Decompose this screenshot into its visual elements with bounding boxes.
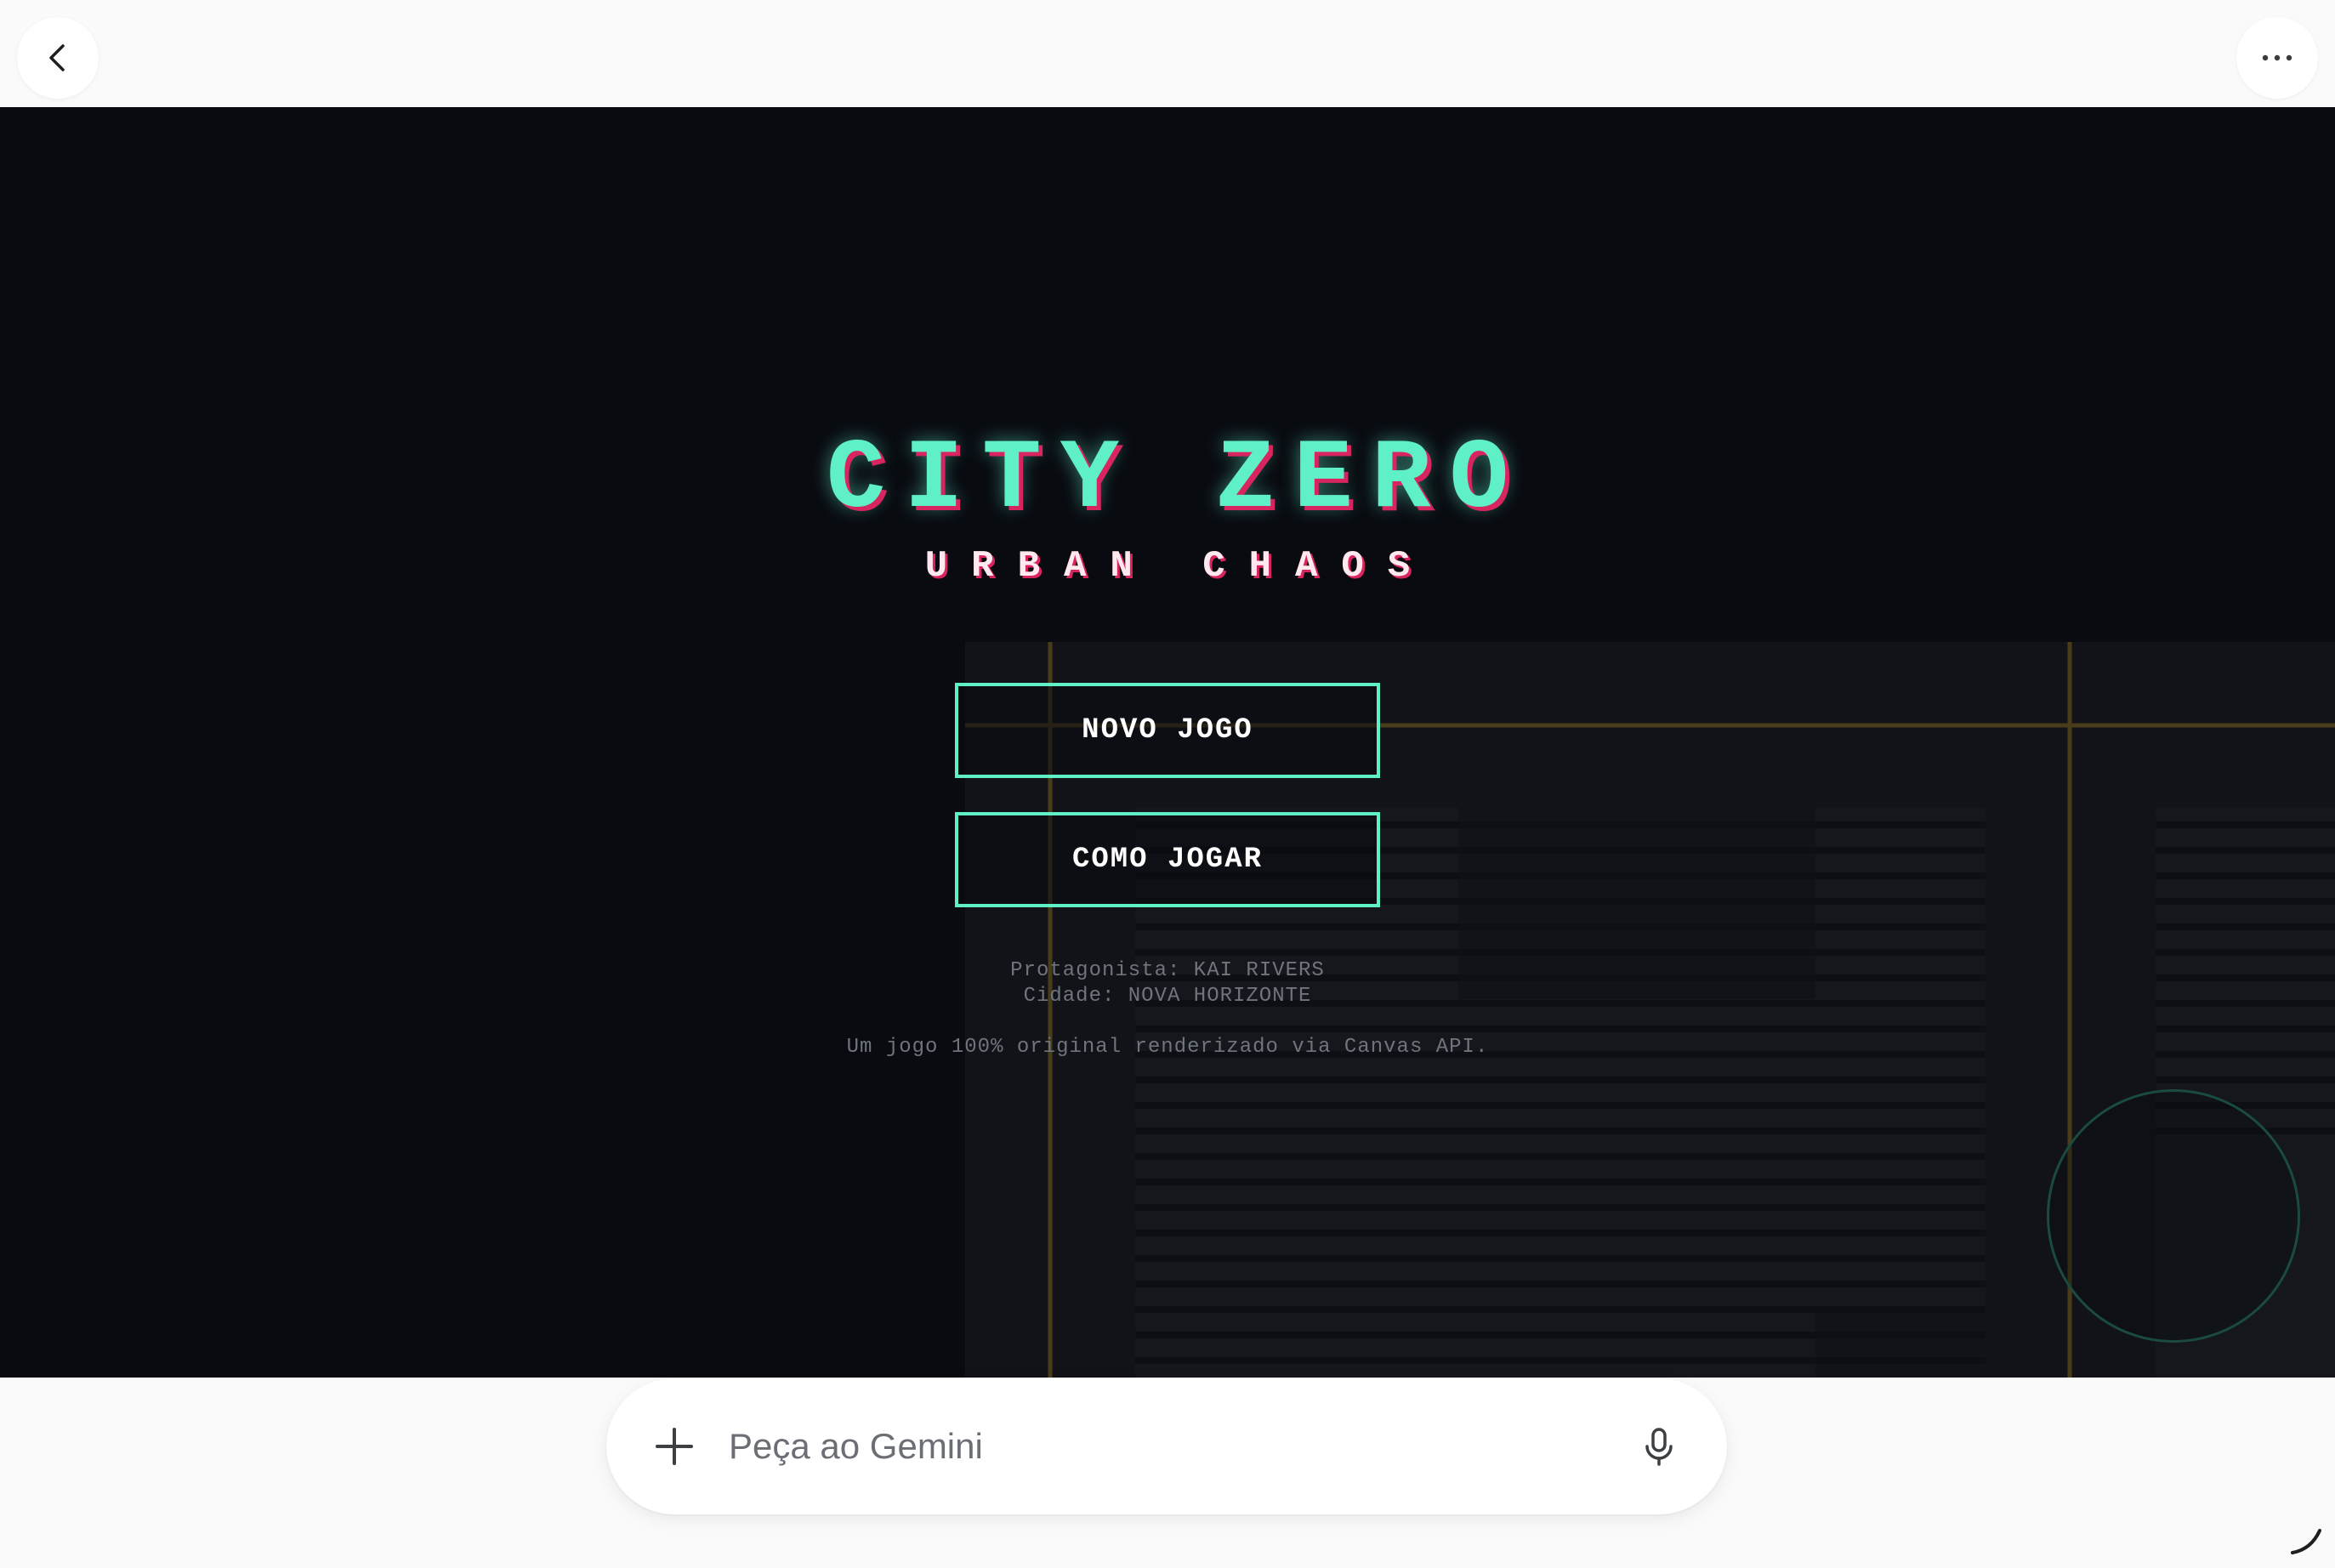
chevron-left-icon bbox=[49, 44, 65, 71]
resize-handle-icon bbox=[2291, 1529, 2321, 1554]
more-horizontal-icon bbox=[2262, 54, 2292, 61]
how-to-play-button[interactable]: COMO JOGAR bbox=[955, 812, 1380, 907]
top-bar bbox=[0, 0, 2335, 107]
game-subtitle: URBAN CHAOS bbox=[924, 545, 1435, 588]
protagonist-info: Protagonista: KAI RIVERS bbox=[1010, 959, 1325, 982]
title-block: CITY ZERO URBAN CHAOS bbox=[0, 430, 2335, 585]
game-title: CITY ZERO bbox=[826, 423, 1528, 536]
plus-icon[interactable] bbox=[649, 1421, 700, 1472]
prompt-input[interactable] bbox=[727, 1412, 1594, 1480]
more-options-button[interactable] bbox=[2236, 17, 2318, 99]
credit-text: Um jogo 100% original renderizado via Ca… bbox=[846, 1036, 1489, 1059]
prompt-bar bbox=[606, 1378, 1727, 1514]
game-canvas[interactable]: CITY ZERO URBAN CHAOS NOVO JOGO COMO JOG… bbox=[0, 107, 2335, 1378]
virtual-joystick[interactable] bbox=[2047, 1089, 2300, 1343]
new-game-button[interactable]: NOVO JOGO bbox=[955, 683, 1380, 778]
microphone-icon[interactable] bbox=[1633, 1421, 1684, 1472]
city-info: Cidade: NOVA HORIZONTE bbox=[1023, 985, 1312, 1008]
back-button[interactable] bbox=[17, 17, 99, 99]
